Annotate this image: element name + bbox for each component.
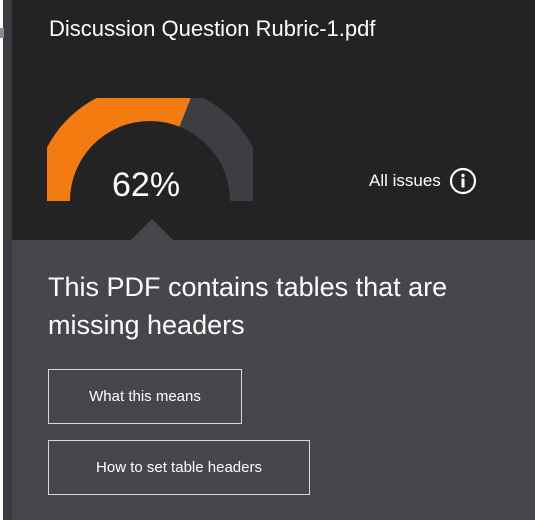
left-edge-marker	[0, 28, 4, 38]
how-to-set-table-headers-button[interactable]: How to set table headers	[48, 440, 310, 495]
left-edge	[0, 0, 12, 520]
what-this-means-button[interactable]: What this means	[48, 369, 242, 424]
score-header: Discussion Question Rubric-1.pdf 62% All…	[12, 0, 535, 241]
accessibility-panel: Discussion Question Rubric-1.pdf 62% All…	[12, 0, 535, 520]
issue-headline: This PDF contains tables that are missin…	[48, 272, 448, 340]
score-percent: 62%	[112, 166, 181, 204]
left-edge-bar	[3, 0, 12, 520]
callout-pointer	[130, 219, 174, 241]
all-issues-label: All issues	[369, 171, 441, 190]
info-icon	[449, 167, 476, 195]
file-title: Discussion Question Rubric-1.pdf	[49, 16, 376, 41]
all-issues-link[interactable]: All issues	[369, 167, 477, 195]
